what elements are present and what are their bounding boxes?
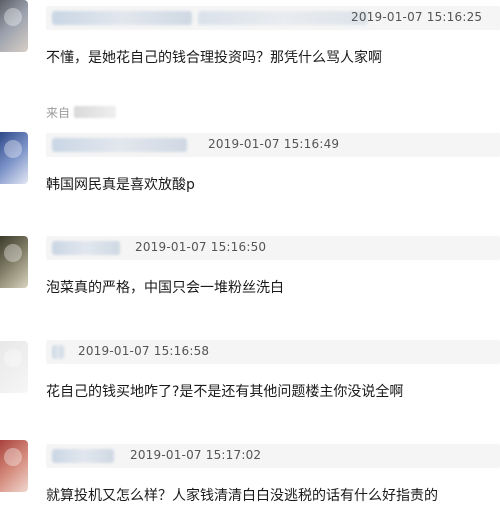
comment-meta: 2019-01-07 15:16:49 <box>46 133 500 157</box>
source-label: 来自 <box>46 106 71 120</box>
comment-text: 花自己的钱买地咋了?是不是还有其他问题楼主你没说全啊 <box>46 384 404 400</box>
comment-source: 来自 <box>46 104 117 121</box>
source-redacted <box>74 106 117 118</box>
comment-text: 不懂，是她花自己的钱合理投资吗？那凭什么骂人家啊 <box>46 50 382 66</box>
comment-text: 泡菜真的严格，中国只会一堆粉丝洗白 <box>46 280 284 296</box>
comment-meta: 2019-01-07 15:16:58 <box>46 340 500 364</box>
username-redacted[interactable] <box>52 345 64 359</box>
timestamp: 2019-01-07 15:16:50 <box>135 240 267 254</box>
comment-meta: 2019-01-07 15:16:50 <box>46 236 500 260</box>
comment-text: 就算投机又怎么样？人家钱清清白白没逃税的话有什么好指责的 <box>46 488 438 504</box>
comment-meta: 2019-01-07 15:17:02 <box>46 444 500 468</box>
avatar[interactable] <box>0 236 28 288</box>
comment-meta: 2019-01-07 15:16:25 <box>46 6 500 30</box>
timestamp: 2019-01-07 15:17:02 <box>130 448 262 462</box>
username-redacted[interactable] <box>52 138 187 152</box>
comment-text: 韩国网民真是喜欢放酸p <box>46 177 195 193</box>
timestamp: 2019-01-07 15:16:49 <box>208 137 340 151</box>
timestamp: 2019-01-07 15:16:58 <box>78 344 210 358</box>
avatar[interactable] <box>0 0 28 52</box>
username-redacted[interactable] <box>52 241 120 255</box>
username-redacted[interactable] <box>52 11 192 25</box>
avatar[interactable] <box>0 440 28 492</box>
avatar[interactable] <box>0 132 28 184</box>
username-redacted <box>198 11 368 25</box>
username-redacted[interactable] <box>52 449 114 463</box>
avatar[interactable] <box>0 341 28 393</box>
timestamp: 2019-01-07 15:16:25 <box>351 10 483 24</box>
